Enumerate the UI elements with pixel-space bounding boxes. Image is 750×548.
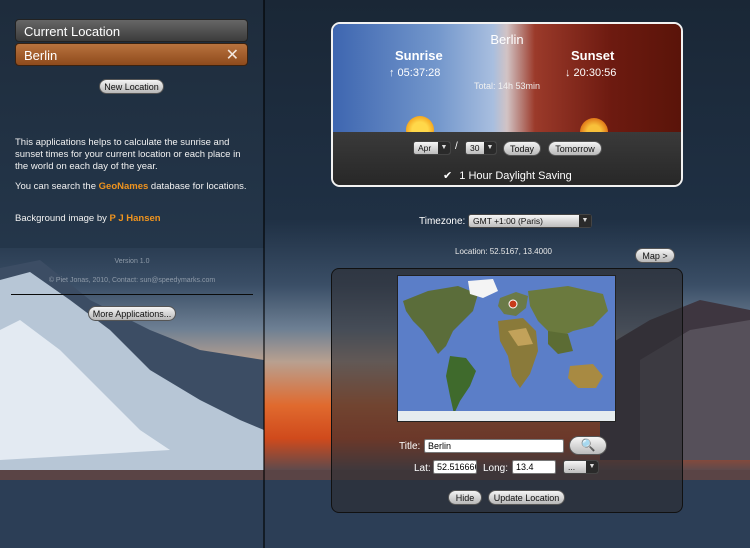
credit-link[interactable]: P J Hansen <box>110 213 161 224</box>
daylight-saving-label: 1 Hour Daylight Saving <box>459 170 572 182</box>
location-item-berlin[interactable]: Berlin ✕ <box>15 43 248 66</box>
sidebar-separator <box>11 294 253 295</box>
new-location-button[interactable]: New Location <box>99 79 164 94</box>
long-label: Long: <box>483 463 509 474</box>
tomorrow-button[interactable]: Tomorrow <box>548 141 602 156</box>
long-value: 13.4 <box>516 462 534 472</box>
update-location-label: Update Location <box>493 493 560 503</box>
date-separator: / <box>455 141 458 152</box>
credit-text: Background image by P J Hansen <box>15 213 255 225</box>
sunrise-time: ↑ 05:37:28 <box>389 67 441 79</box>
sunset-label: Sunset <box>571 48 615 63</box>
total-daylight: Total: 14h 53min <box>473 81 541 91</box>
daylight-saving-checkbox[interactable]: ✔ 1 Hour Daylight Saving <box>443 169 572 182</box>
title-value: Berlin <box>428 441 452 451</box>
copyright-text: © Piet Jonas, 2010, Contact: sun@speedym… <box>48 277 216 284</box>
search-icon: 🔍 <box>580 438 596 452</box>
more-options-select[interactable]: ... ▼ <box>563 460 599 474</box>
current-location-label: Current Location <box>24 24 121 39</box>
location-label: Berlin <box>24 48 58 63</box>
update-location-button[interactable]: Update Location <box>488 490 565 505</box>
map-pin-icon[interactable] <box>509 300 517 308</box>
title-input[interactable]: Berlin <box>424 439 564 453</box>
search-button[interactable]: 🔍 <box>569 436 607 455</box>
month-value: Apr <box>418 143 432 153</box>
hide-label: Hide <box>455 493 475 503</box>
month-select[interactable]: Apr ▼ <box>413 141 451 155</box>
map-button[interactable]: Map > <box>635 248 675 263</box>
sunrise-label: Sunrise <box>395 48 443 63</box>
description-1: This applications helps to calculate the… <box>15 137 241 172</box>
chevron-down-icon: ▼ <box>586 461 598 473</box>
lat-value: 52.516666 <box>437 462 477 472</box>
sun-times-card: Berlin Sunrise ↑ 05:37:28 Sunset ↓ 20:30… <box>331 22 683 187</box>
checkbox-icon[interactable]: ✔ <box>443 170 452 182</box>
chevron-down-icon: ▼ <box>438 142 450 154</box>
current-location-item[interactable]: Current Location <box>15 19 248 42</box>
more-applications-label: More Applications... <box>92 309 172 319</box>
location-coordinates: Location: 52.5167, 13.4000 <box>455 247 552 256</box>
lat-label: Lat: <box>414 463 431 474</box>
hide-button[interactable]: Hide <box>448 490 482 505</box>
timezone-value: GMT +1:00 (Paris) <box>473 216 543 226</box>
credit-pre: Background image by <box>15 213 110 224</box>
long-input[interactable]: 13.4 <box>512 460 556 474</box>
title-label: Title: <box>399 441 421 452</box>
geonames-pre: You can search the <box>15 181 99 192</box>
sunset-time: ↓ 20:30:56 <box>565 67 617 79</box>
geonames-text: You can search the GeoNames database for… <box>15 181 255 193</box>
more-applications-button[interactable]: More Applications... <box>88 306 176 321</box>
today-button[interactable]: Today <box>503 141 541 156</box>
geonames-post: database for locations. <box>148 181 247 192</box>
close-icon[interactable]: ✕ <box>226 44 239 67</box>
lat-input[interactable]: 52.516666 <box>433 460 477 474</box>
city-title: Berlin <box>490 32 524 47</box>
chevron-down-icon: ▼ <box>579 215 591 227</box>
geonames-link[interactable]: GeoNames <box>99 181 149 192</box>
chevron-down-icon: ▼ <box>484 142 496 154</box>
day-value: 30 <box>470 143 480 153</box>
map-button-label: Map > <box>642 251 668 261</box>
today-label: Today <box>509 144 535 154</box>
more-options-value: ... <box>568 462 576 472</box>
panel-divider <box>263 0 265 548</box>
timezone-select[interactable]: GMT +1:00 (Paris) ▼ <box>468 214 592 228</box>
timezone-label: Timezone: <box>419 216 466 227</box>
day-select[interactable]: 30 ▼ <box>465 141 497 155</box>
world-map[interactable] <box>397 275 616 422</box>
description-text: This applications helps to calculate the… <box>15 137 255 173</box>
new-location-label: New Location <box>104 82 159 92</box>
version-text: Version 1.0 <box>114 258 150 265</box>
tomorrow-label: Tomorrow <box>555 144 595 154</box>
